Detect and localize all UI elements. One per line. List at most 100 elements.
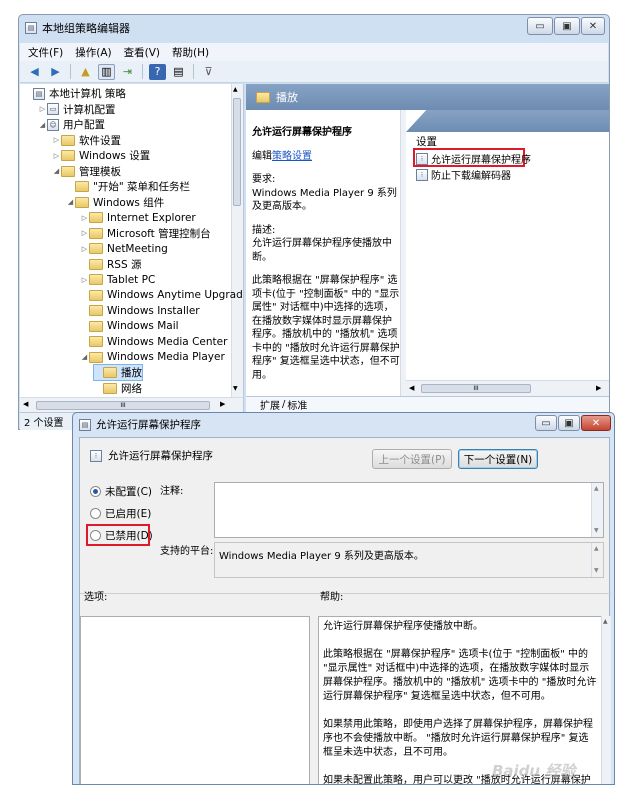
back-arrow-icon[interactable]: ◀ [26, 64, 43, 80]
state-radio[interactable]: 未配置(C) [90, 484, 152, 499]
menu-item[interactable]: 查看(V) [124, 45, 160, 60]
dialog-close-button[interactable]: ✕ [581, 415, 611, 431]
scroll-left-icon[interactable]: ◀ [23, 400, 28, 408]
state-radio[interactable]: 已启用(E) [90, 506, 151, 521]
scroll-down-icon[interactable]: ▼ [594, 567, 599, 574]
tree-scroll-thumb[interactable] [233, 98, 241, 206]
tree-node[interactable]: RSS 源 [80, 257, 141, 272]
scroll-up-icon[interactable]: ▲ [594, 545, 599, 552]
folder-icon [89, 274, 103, 285]
tree-node[interactable]: "开始" 菜单和任务栏 [66, 179, 190, 194]
prev-setting-button[interactable]: 上一个设置(P) [372, 449, 452, 469]
tree-node[interactable]: 网络 [94, 381, 142, 396]
menu-item[interactable]: 文件(F) [28, 45, 63, 60]
show-tree-icon[interactable]: ▥ [98, 63, 115, 80]
tree-node[interactable]: Windows Media Center [80, 334, 227, 349]
minimize-button[interactable]: ▭ [527, 17, 553, 35]
collapse-arrow-icon[interactable]: ◢ [38, 121, 47, 129]
expand-arrow-icon[interactable]: ▷ [80, 276, 89, 284]
help-scrollbar[interactable]: ▲ [601, 616, 611, 784]
tree-node[interactable]: ◢ Windows 组件 [66, 195, 164, 210]
tree-node[interactable]: Windows Anytime Upgrade [80, 288, 243, 303]
expand-arrow-icon[interactable]: ▷ [80, 245, 89, 253]
expand-arrow-icon[interactable]: ▷ [80, 214, 89, 222]
expand-arrow-icon[interactable]: ▷ [52, 136, 61, 144]
scroll-down-icon[interactable]: ▼ [233, 385, 238, 392]
scroll-right-icon[interactable]: ▶ [596, 384, 601, 392]
tree-node[interactable]: 播放 [93, 364, 143, 381]
policy-description: 允许运行屏幕保护程序 编辑策略设置 要求: Windows Media Playe… [252, 126, 400, 392]
tree-node[interactable]: ▷ Windows 设置 [52, 148, 150, 163]
tree-node[interactable]: ▷ ▭ 计算机配置 [38, 102, 116, 117]
radio-button-icon[interactable] [90, 508, 101, 519]
tree-hscroll-thumb[interactable]: III [36, 401, 210, 410]
tree-node[interactable]: ▷ 软件设置 [52, 133, 121, 148]
edit-policy-link[interactable]: 策略设置 [272, 151, 312, 162]
close-button[interactable]: ✕ [581, 17, 605, 35]
export-list-icon[interactable]: ⇥ [119, 64, 136, 80]
help-icon[interactable]: ? [149, 63, 166, 80]
tab-standard[interactable]: 标准 [287, 397, 307, 412]
up-folder-icon[interactable]: ▲ [77, 64, 94, 80]
tree-node[interactable]: ▷ Microsoft 管理控制台 [80, 226, 211, 241]
comment-textarea[interactable]: ▲ ▼ [214, 482, 604, 538]
folder-icon [61, 150, 75, 161]
comment-scrollbar[interactable]: ▲ ▼ [591, 483, 603, 537]
tree-node[interactable]: ▷ NetMeeting [80, 241, 168, 256]
radio-label: 未配置(C) [105, 486, 153, 498]
forward-arrow-icon[interactable]: ▶ [47, 64, 64, 80]
settings-list: 设置 ⁝ 允许运行屏幕保护程序 ⁝ 防止下载编解码器 ◀ III ▶ [406, 110, 609, 396]
tree-node[interactable]: ◢ 管理模板 [52, 164, 121, 179]
tree-node[interactable]: ▤ 本地计算机 策略 [24, 86, 126, 101]
dialog-maximize-button[interactable]: ▣ [558, 415, 580, 431]
expand-arrow-icon[interactable]: ▷ [80, 229, 89, 237]
folder-icon [103, 382, 117, 394]
collapse-arrow-icon[interactable]: ◢ [66, 198, 75, 206]
computer-icon: ▭ [47, 103, 59, 115]
radio-button-icon[interactable] [90, 486, 101, 497]
menu-item[interactable]: 操作(A) [75, 45, 111, 60]
options-label: 选项: [84, 592, 108, 603]
filter-icon[interactable]: ⊽ [200, 64, 217, 80]
settings-horizontal-scrollbar[interactable]: ◀ III ▶ [406, 380, 609, 396]
scroll-up-icon[interactable]: ▲ [603, 618, 608, 625]
menu-item[interactable]: 帮助(H) [172, 45, 209, 60]
screenshot-stage: ▤ 本地组策略编辑器 ▭ ▣ ✕ 文件(F) 操作(A) 查看(V) 帮助(H) ◀ … [0, 0, 630, 785]
setting-item[interactable]: ⁝ 防止下载编解码器 [416, 167, 511, 182]
tab-extended[interactable]: 扩展 [260, 397, 280, 412]
dialog-heading: ⁝ 允许运行屏幕保护程序 [90, 448, 213, 463]
setting-item[interactable]: ⁝ 允许运行屏幕保护程序 [416, 151, 531, 166]
tree-vertical-scrollbar[interactable]: ▲ ▼ [231, 84, 243, 397]
collapse-arrow-icon[interactable]: ◢ [80, 353, 89, 361]
next-setting-button[interactable]: 下一个设置(N) [458, 449, 538, 469]
settings-header-band [406, 110, 609, 132]
expand-arrow-icon[interactable]: ▷ [52, 152, 61, 160]
collapse-arrow-icon[interactable]: ◢ [52, 167, 61, 175]
dialog-minimize-button[interactable]: ▭ [535, 415, 557, 431]
maximize-icon: ▣ [564, 417, 574, 429]
scroll-left-icon[interactable]: ◀ [409, 384, 414, 392]
tab-separator: / [282, 399, 286, 410]
tree-node[interactable]: Windows Mail [80, 319, 179, 334]
scroll-up-icon[interactable]: ▲ [594, 485, 599, 492]
tree-node[interactable]: ▷ Internet Explorer [80, 210, 196, 225]
scroll-down-icon[interactable]: ▼ [594, 527, 599, 534]
tree-node[interactable]: ▷ Tablet PC [80, 272, 155, 287]
settings-column-header[interactable]: 设置 [416, 134, 437, 149]
gpedit-app-icon: ▤ [25, 22, 37, 34]
tree-node[interactable]: Windows Installer [80, 303, 200, 318]
expand-arrow-icon[interactable]: ▷ [38, 105, 47, 113]
highlight-box-disabled [86, 524, 150, 546]
folder-icon [256, 91, 270, 103]
scroll-up-icon[interactable]: ▲ [233, 86, 238, 93]
tree-node[interactable]: ◢ Windows Media Player [80, 350, 225, 365]
settings-hscroll-thumb[interactable]: III [421, 384, 531, 393]
scroll-right-icon[interactable]: ▶ [220, 400, 225, 408]
window-title: 本地组策略编辑器 [42, 22, 130, 35]
maximize-button[interactable]: ▣ [554, 17, 580, 35]
supported-scrollbar[interactable]: ▲ ▼ [591, 543, 603, 577]
properties-icon[interactable]: ▤ [170, 64, 187, 80]
tree-horizontal-scrollbar[interactable]: ◀ III ▶ [20, 397, 243, 412]
tree-node[interactable]: ◢ ☺ 用户配置 [38, 117, 105, 132]
tree-node-label: 管理模板 [79, 165, 121, 178]
